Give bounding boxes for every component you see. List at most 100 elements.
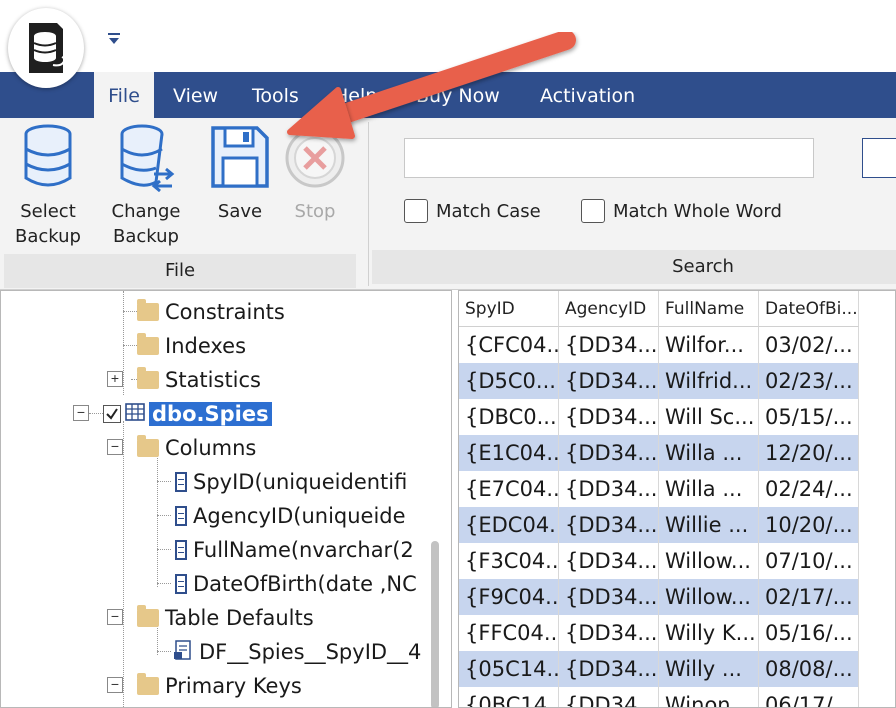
- table-cell[interactable]: {DD34...: [559, 615, 659, 651]
- tree-node-label: Table Defaults: [165, 606, 314, 630]
- table-cell[interactable]: {DD34...: [559, 363, 659, 399]
- tree-guide-line: [157, 481, 171, 482]
- tab-tools[interactable]: Tools: [252, 72, 299, 118]
- table-cell[interactable]: 05/16/...: [759, 615, 859, 651]
- tree-node-primary-keys[interactable]: Primary Keys: [137, 669, 302, 703]
- change-backup-set-label-1: Change: [111, 201, 181, 222]
- table-cell[interactable]: Wilfrid...: [659, 363, 759, 399]
- table-cell[interactable]: {DD34...: [559, 651, 659, 687]
- tree-node-statistics[interactable]: Statistics: [137, 363, 261, 397]
- tree-guide-line: [123, 291, 124, 395]
- table-cell[interactable]: Willy ...: [659, 651, 759, 687]
- table-cell[interactable]: Willow...: [659, 543, 759, 579]
- stop-button[interactable]: Stop: [282, 120, 348, 224]
- tree-node-column-dateofbirth[interactable]: DateOfBirth(date ,NC: [175, 567, 417, 601]
- table-cell[interactable]: Willow...: [659, 579, 759, 615]
- table-cell[interactable]: 12/20/...: [759, 435, 859, 471]
- records-grid[interactable]: SpyID AgencyID FullName DateOfBi... {CFC04..…: [458, 290, 896, 708]
- table-cell[interactable]: {DD34...: [559, 579, 659, 615]
- expand-icon[interactable]: +: [107, 371, 123, 387]
- table-cell[interactable]: {DD34...: [559, 435, 659, 471]
- table-cell[interactable]: {DD34...: [559, 687, 659, 707]
- table-cell[interactable]: {DD34...: [559, 471, 659, 507]
- table-cell[interactable]: 10/20/...: [759, 507, 859, 543]
- match-case-label: Match Case: [436, 201, 541, 222]
- table-cell[interactable]: {DD34...: [559, 399, 659, 435]
- tree-node-columns[interactable]: Columns: [137, 431, 256, 465]
- table-cell[interactable]: {FFC04...: [459, 615, 559, 651]
- column-header[interactable]: FullName: [659, 291, 759, 327]
- table-cell[interactable]: 05/15/...: [759, 399, 859, 435]
- tree-node-table-defaults[interactable]: Table Defaults: [137, 601, 314, 635]
- table-cell[interactable]: 02/17/...: [759, 579, 859, 615]
- tree-node-indexes[interactable]: Indexes: [137, 329, 246, 363]
- object-tree[interactable]: Constraints Indexes + Statistics − dbo.S…: [0, 290, 452, 708]
- table-cell[interactable]: {DD34...: [559, 327, 659, 363]
- table-cell[interactable]: 02/23/...: [759, 363, 859, 399]
- table-icon: [125, 402, 145, 426]
- search-input[interactable]: [404, 138, 814, 178]
- tree-node-constraints[interactable]: Constraints: [137, 295, 285, 329]
- table-cell[interactable]: 06/17/...: [759, 687, 859, 707]
- table-cell[interactable]: 07/10/...: [759, 543, 859, 579]
- table-cell[interactable]: Willa ...: [659, 435, 759, 471]
- table-cell[interactable]: {DD34...: [559, 543, 659, 579]
- tab-buy-now[interactable]: Buy Now: [416, 72, 500, 118]
- table-cell[interactable]: {DBC0...: [459, 399, 559, 435]
- folder-icon: [137, 333, 159, 355]
- table-cell[interactable]: Will Sc...: [659, 399, 759, 435]
- table-cell[interactable]: 02/24/...: [759, 471, 859, 507]
- tree-node-column-spyid[interactable]: SpyID(uniqueidentifi: [175, 465, 407, 499]
- table-cell[interactable]: {E7C04...: [459, 471, 559, 507]
- stop-label: Stop: [294, 201, 336, 222]
- table-cell[interactable]: 08/08/...: [759, 651, 859, 687]
- tree-node-label: dbo.Spies: [149, 402, 272, 426]
- column-header[interactable]: AgencyID: [559, 291, 659, 327]
- database-icon: [24, 124, 72, 187]
- tab-file[interactable]: File: [94, 72, 154, 118]
- tree-node-default-constraint[interactable]: DF__Spies__SpyID__4: [173, 635, 421, 669]
- tree-node-label: AgencyID(uniqueide: [193, 504, 406, 528]
- table-cell[interactable]: Willa ...: [659, 471, 759, 507]
- table-cell[interactable]: Willy K...: [659, 615, 759, 651]
- table-cell[interactable]: {EDC04...: [459, 507, 559, 543]
- tree-node-dbo-spies[interactable]: dbo.Spies: [103, 397, 272, 431]
- collapse-icon[interactable]: −: [107, 609, 123, 625]
- match-case-checkbox[interactable]: [404, 199, 428, 223]
- table-cell[interactable]: {E1C04...: [459, 435, 559, 471]
- checkbox-checked-icon[interactable]: [103, 405, 121, 423]
- change-backup-set-button[interactable]: Change Backup Set: [96, 120, 196, 274]
- table-cell[interactable]: {DD34...: [559, 507, 659, 543]
- tab-view[interactable]: View: [173, 72, 218, 118]
- column-header[interactable]: DateOfBi...: [759, 291, 859, 327]
- collapse-icon[interactable]: −: [73, 405, 89, 421]
- table-cell[interactable]: {CFC04...: [459, 327, 559, 363]
- tab-activation[interactable]: Activation: [540, 72, 635, 118]
- file-group-label: File: [164, 260, 196, 281]
- tree-guide-line: [157, 515, 171, 516]
- table-cell[interactable]: Willie ...: [659, 507, 759, 543]
- quick-access-dropdown-icon[interactable]: [106, 30, 122, 48]
- table-cell[interactable]: 03/02/...: [759, 327, 859, 363]
- table-cell[interactable]: {D5C0...: [459, 363, 559, 399]
- tree-node-column-fullname[interactable]: FullName(nvarchar(2: [175, 533, 414, 567]
- table-cell[interactable]: Winon...: [659, 687, 759, 707]
- tree-scrollbar[interactable]: [431, 541, 439, 707]
- match-whole-word-checkbox[interactable]: [581, 199, 605, 223]
- tab-help[interactable]: Help: [334, 72, 377, 118]
- table-cell[interactable]: {F9C04...: [459, 579, 559, 615]
- select-backup-button[interactable]: Select Backup: [8, 120, 88, 249]
- collapse-icon[interactable]: −: [107, 677, 123, 693]
- table-cell[interactable]: Wilfor...: [659, 327, 759, 363]
- collapse-icon[interactable]: −: [107, 439, 123, 455]
- search-option-box[interactable]: [862, 138, 896, 178]
- table-cell[interactable]: {05C14...: [459, 651, 559, 687]
- table-cell[interactable]: {F3C04...: [459, 543, 559, 579]
- tree-node-column-agencyid[interactable]: AgencyID(uniqueide: [175, 499, 406, 533]
- column-header[interactable]: SpyID: [459, 291, 559, 327]
- save-button[interactable]: Save: [206, 120, 274, 224]
- app-logo-icon[interactable]: [8, 8, 84, 88]
- tree-node-label: Indexes: [165, 334, 247, 358]
- table-cell[interactable]: {0BC14...: [459, 687, 559, 707]
- tree-guide-line: [89, 413, 103, 414]
